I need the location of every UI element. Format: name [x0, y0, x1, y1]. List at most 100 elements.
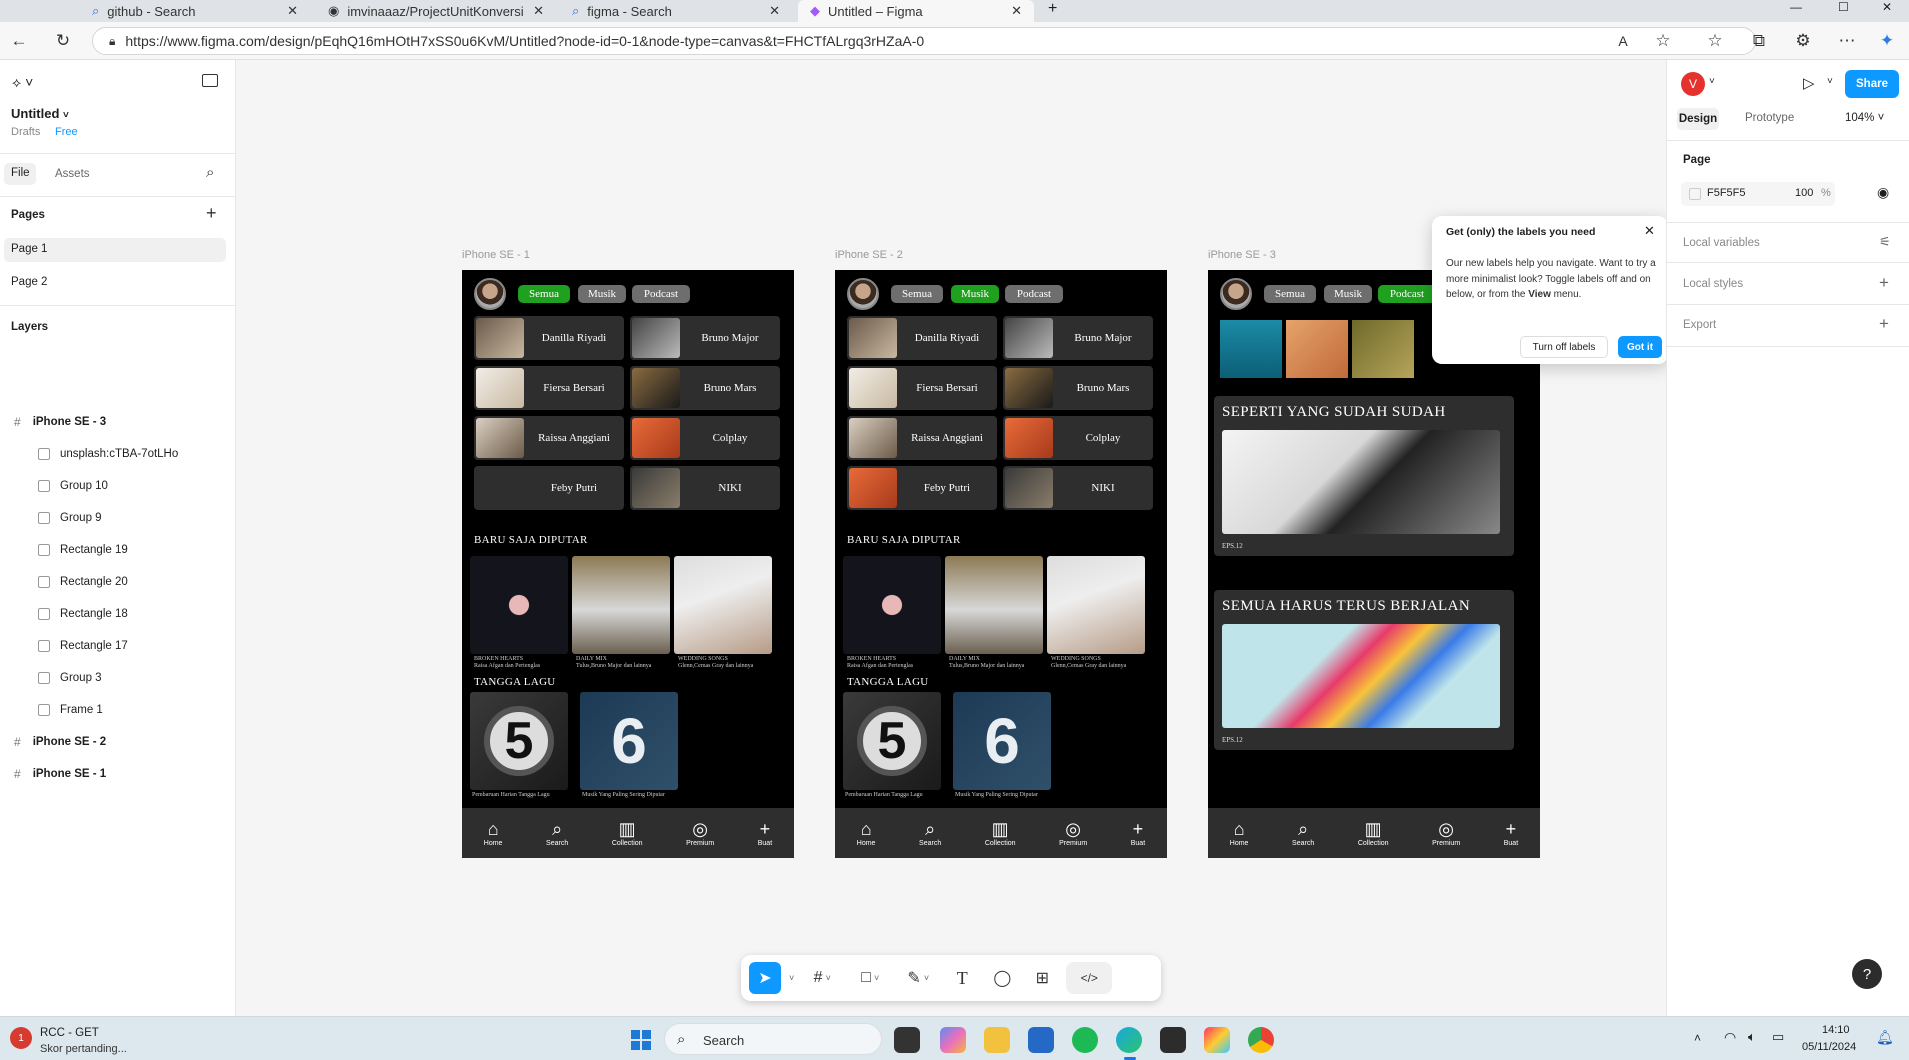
close-icon[interactable]: ✕: [1011, 3, 1022, 19]
terminal-icon[interactable]: [1160, 1027, 1186, 1053]
artist-card[interactable]: Bruno Mars: [1003, 366, 1153, 410]
got-it-button[interactable]: Got it: [1618, 336, 1662, 358]
color-swatch[interactable]: [1689, 188, 1701, 200]
artist-card[interactable]: Bruno Mars: [630, 366, 780, 410]
playlist-cover[interactable]: [843, 556, 941, 654]
nav-home[interactable]: ⌂ Home: [484, 820, 503, 847]
store-icon[interactable]: [1028, 1027, 1054, 1053]
close-icon[interactable]: ✕: [287, 3, 298, 19]
artist-card[interactable]: Fiersa Bersari: [847, 366, 997, 410]
reload-icon[interactable]: ↻: [52, 30, 74, 52]
chevron-down-icon[interactable]: ˅: [789, 973, 794, 983]
browser-tab-active[interactable]: ◆ Untitled – Figma ✕: [798, 0, 1034, 22]
chevron-down-icon[interactable]: ˅: [1709, 76, 1715, 87]
chart-cover[interactable]: 6: [580, 692, 678, 790]
page-fill-field[interactable]: F5F5F5 100 %: [1681, 182, 1835, 206]
favorite-icon[interactable]: ☆: [1652, 30, 1674, 52]
nav-search[interactable]: ⌕ Search: [919, 820, 941, 847]
nav-collection[interactable]: ▥ Collection: [1358, 820, 1389, 847]
task-view-icon[interactable]: [894, 1027, 920, 1053]
browser-tab[interactable]: ⌕ github - Search ✕: [80, 0, 310, 22]
back-icon[interactable]: ←: [8, 30, 30, 52]
tab-prototype[interactable]: Prototype: [1745, 112, 1794, 124]
present-icon[interactable]: ▷: [1803, 74, 1815, 92]
filter-chip-semua[interactable]: Semua: [891, 285, 943, 303]
eye-icon[interactable]: ◉: [1877, 184, 1889, 201]
layer-item[interactable]: # iPhone SE - 2: [0, 730, 236, 754]
nav-collection[interactable]: ▥ Collection: [612, 820, 643, 847]
layer-item[interactable]: Frame 1: [0, 698, 236, 722]
layer-item[interactable]: Group 9: [0, 506, 236, 530]
layer-item[interactable]: # iPhone SE - 1: [0, 762, 236, 786]
artist-card[interactable]: Feby Putri: [847, 466, 997, 510]
playlist-cover[interactable]: [572, 556, 670, 654]
frame-label[interactable]: iPhone SE - 2: [835, 249, 903, 261]
nav-create[interactable]: + Buat: [1504, 820, 1518, 847]
page-item-1[interactable]: Page 1: [4, 238, 226, 262]
podcast-thumbnail[interactable]: [1220, 320, 1282, 378]
playlist-cover[interactable]: [470, 556, 568, 654]
layer-item[interactable]: unsplash:cTBA-7otLHo: [0, 442, 236, 466]
share-button[interactable]: Share: [1845, 70, 1899, 98]
phone-frame[interactable]: Semua Musik Podcast Danilla Riyadi Bruno Maj…: [835, 270, 1167, 858]
dev-mode-icon[interactable]: </>: [1066, 962, 1113, 994]
nav-search[interactable]: ⌕ Search: [546, 820, 568, 847]
filter-chip-musik[interactable]: Musik: [1324, 285, 1372, 303]
frame-tool-icon[interactable]: # ˅: [802, 962, 842, 994]
layer-item[interactable]: Rectangle 18: [0, 602, 236, 626]
favorites-list-icon[interactable]: ☆: [1704, 30, 1726, 52]
chart-cover[interactable]: 6: [953, 692, 1051, 790]
wifi-icon[interactable]: ◠: [1724, 1029, 1736, 1046]
collections-icon[interactable]: ⧉: [1748, 30, 1770, 52]
clock-date[interactable]: 05/11/2024: [1802, 1041, 1856, 1053]
new-tab-icon[interactable]: +: [1048, 0, 1057, 18]
page-item-2[interactable]: Page 2: [11, 276, 47, 288]
nav-collection[interactable]: ▥ Collection: [985, 820, 1016, 847]
filter-chip-semua[interactable]: Semua: [518, 285, 570, 303]
chart-cover[interactable]: 5: [843, 692, 941, 790]
main-menu-icon[interactable]: ⟡ ˅: [12, 74, 33, 91]
filter-chip-podcast[interactable]: Podcast: [1005, 285, 1063, 303]
user-avatar[interactable]: V: [1681, 72, 1705, 96]
tab-assets[interactable]: Assets: [55, 168, 90, 180]
add-page-icon[interactable]: +: [206, 203, 217, 224]
nav-premium[interactable]: ◎ Premium: [686, 820, 714, 847]
help-button[interactable]: ?: [1852, 959, 1882, 989]
artist-card[interactable]: Colplay: [1003, 416, 1153, 460]
filter-chip-musik[interactable]: Musik: [578, 285, 626, 303]
extensions-icon[interactable]: ⚙: [1792, 30, 1814, 52]
file-explorer-icon[interactable]: [984, 1027, 1010, 1053]
file-name[interactable]: Untitled ˅: [11, 106, 69, 121]
chart-cover[interactable]: 5: [470, 692, 568, 790]
artist-card[interactable]: NIKI: [1003, 466, 1153, 510]
maximize-icon[interactable]: ☐: [1838, 0, 1849, 14]
comment-tool-icon[interactable]: ◯: [986, 962, 1018, 994]
page-opacity-value[interactable]: 100: [1795, 187, 1813, 199]
filter-chip-podcast[interactable]: Podcast: [1378, 285, 1436, 303]
nav-home[interactable]: ⌂ Home: [1230, 820, 1249, 847]
tab-file[interactable]: File: [4, 163, 36, 185]
podcast-card[interactable]: SEPERTI YANG SUDAH SUDAH EPS.12: [1214, 396, 1514, 556]
edge-icon[interactable]: [1116, 1027, 1142, 1053]
nav-create[interactable]: + Buat: [758, 820, 772, 847]
layer-item[interactable]: Group 3: [0, 666, 236, 690]
playlist-cover[interactable]: [945, 556, 1043, 654]
nav-create[interactable]: + Buat: [1131, 820, 1145, 847]
components-tool-icon[interactable]: ⊞: [1026, 962, 1058, 994]
toggle-sidebar-icon[interactable]: [202, 74, 218, 87]
move-tool-icon[interactable]: ➤: [749, 962, 781, 994]
podcast-thumbnail[interactable]: [1352, 320, 1414, 378]
rectangle-tool-icon[interactable]: □ ˅: [850, 962, 890, 994]
filter-chip-musik[interactable]: Musik: [951, 285, 999, 303]
battery-icon[interactable]: ▭: [1772, 1029, 1784, 1045]
artist-card[interactable]: Colplay: [630, 416, 780, 460]
notification-app-icon[interactable]: 1: [10, 1027, 32, 1049]
more-icon[interactable]: ⋯: [1836, 30, 1858, 52]
local-variables[interactable]: Local variables: [1683, 237, 1760, 249]
app-icon[interactable]: [1204, 1027, 1230, 1053]
close-icon[interactable]: ✕: [1644, 223, 1655, 239]
filter-chip-podcast[interactable]: Podcast: [632, 285, 690, 303]
windows-start-icon[interactable]: [628, 1027, 654, 1053]
clock-time[interactable]: 14:10: [1822, 1024, 1850, 1036]
tray-chevron-icon[interactable]: ˄: [1694, 1031, 1701, 1045]
